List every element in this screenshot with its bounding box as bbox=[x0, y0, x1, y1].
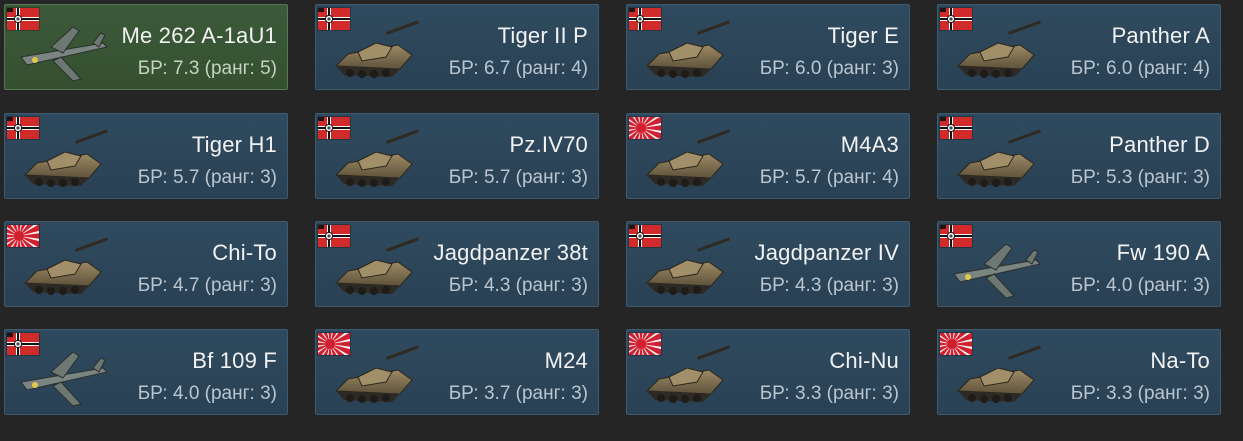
vehicle-br: БР: 6.0 (ранг: 4) bbox=[1070, 58, 1210, 79]
vehicle-card[interactable]: M24 БР: 3.7 (ранг: 3) bbox=[315, 329, 599, 415]
vehicle-br: БР: 3.3 (ранг: 3) bbox=[1070, 383, 1210, 404]
tank-thumbnail-icon bbox=[633, 126, 733, 196]
vehicle-br: БР: 4.7 (ранг: 3) bbox=[137, 275, 277, 296]
vehicle-card[interactable]: Tiger E БР: 6.0 (ранг: 3) bbox=[626, 4, 910, 90]
vehicle-card[interactable]: Tiger H1 БР: 5.7 (ранг: 3) bbox=[4, 113, 288, 199]
vehicle-card[interactable]: Bf 109 F БР: 4.0 (ранг: 3) bbox=[4, 329, 288, 415]
vehicle-name: Pz.IV70 bbox=[509, 132, 588, 157]
vehicle-br: БР: 4.3 (ранг: 3) bbox=[759, 275, 899, 296]
vehicle-br: БР: 5.7 (ранг: 4) bbox=[759, 167, 899, 188]
vehicle-name: Jagdpanzer IV bbox=[754, 240, 899, 265]
vehicle-card[interactable]: Pz.IV70 БР: 5.7 (ранг: 3) bbox=[315, 113, 599, 199]
vehicle-br: БР: 3.7 (ранг: 3) bbox=[448, 383, 588, 404]
vehicle-br: БР: 4.3 (ранг: 3) bbox=[448, 275, 588, 296]
tank-thumbnail-icon bbox=[322, 126, 422, 196]
vehicle-name: Bf 109 F bbox=[192, 348, 277, 373]
vehicle-br: БР: 4.0 (ранг: 3) bbox=[1070, 275, 1210, 296]
vehicle-br: БР: 3.3 (ранг: 3) bbox=[759, 383, 899, 404]
plane-thumbnail-icon bbox=[11, 17, 111, 87]
vehicle-card[interactable]: Panther A БР: 6.0 (ранг: 4) bbox=[937, 4, 1221, 90]
tank-thumbnail-icon bbox=[944, 342, 1044, 412]
vehicle-card[interactable]: Panther D БР: 5.3 (ранг: 3) bbox=[937, 113, 1221, 199]
tank-thumbnail-icon bbox=[633, 17, 733, 87]
vehicle-name: Chi-Nu bbox=[829, 348, 899, 373]
vehicle-br: БР: 5.7 (ранг: 3) bbox=[137, 167, 277, 188]
vehicle-card[interactable]: Fw 190 A БР: 4.0 (ранг: 3) bbox=[937, 221, 1221, 307]
vehicle-card[interactable]: M4A3 БР: 5.7 (ранг: 4) bbox=[626, 113, 910, 199]
tank-thumbnail-icon bbox=[11, 234, 111, 304]
vehicle-name: Me 262 A-1aU1 bbox=[121, 23, 277, 48]
vehicle-name: Na-To bbox=[1150, 348, 1210, 373]
plane-thumbnail-icon bbox=[944, 234, 1044, 304]
vehicle-br: БР: 5.3 (ранг: 3) bbox=[1070, 167, 1210, 188]
vehicle-card[interactable]: Na-To БР: 3.3 (ранг: 3) bbox=[937, 329, 1221, 415]
tank-thumbnail-icon bbox=[11, 126, 111, 196]
tank-thumbnail-icon bbox=[322, 17, 422, 87]
vehicle-card[interactable]: Chi-To БР: 4.7 (ранг: 3) bbox=[4, 221, 288, 307]
vehicle-card[interactable]: Jagdpanzer 38t БР: 4.3 (ранг: 3) bbox=[315, 221, 599, 307]
vehicle-name: Panther D bbox=[1109, 132, 1210, 157]
vehicle-name: Panther A bbox=[1111, 23, 1210, 48]
vehicle-name: Tiger II P bbox=[497, 23, 588, 48]
tank-thumbnail-icon bbox=[322, 342, 422, 412]
vehicle-br: БР: 7.3 (ранг: 5) bbox=[137, 58, 277, 79]
vehicle-card[interactable]: Tiger II P БР: 6.7 (ранг: 4) bbox=[315, 4, 599, 90]
vehicle-name: Jagdpanzer 38t bbox=[433, 240, 588, 265]
tank-thumbnail-icon bbox=[944, 126, 1044, 196]
vehicle-br: БР: 6.7 (ранг: 4) bbox=[448, 58, 588, 79]
tank-thumbnail-icon bbox=[633, 342, 733, 412]
plane-thumbnail-icon bbox=[11, 342, 111, 412]
vehicle-name: M4A3 bbox=[840, 132, 899, 157]
vehicle-name: Tiger E bbox=[827, 23, 899, 48]
tank-thumbnail-icon bbox=[944, 17, 1044, 87]
vehicle-name: Tiger H1 bbox=[191, 132, 277, 157]
tank-thumbnail-icon bbox=[633, 234, 733, 304]
tank-thumbnail-icon bbox=[322, 234, 422, 304]
vehicle-card[interactable]: Jagdpanzer IV БР: 4.3 (ранг: 3) bbox=[626, 221, 910, 307]
vehicle-name: M24 bbox=[544, 348, 588, 373]
vehicle-br: БР: 5.7 (ранг: 3) bbox=[448, 167, 588, 188]
vehicle-grid: Me 262 A-1aU1 БР: 7.3 (ранг: 5) Tiger II… bbox=[0, 0, 1243, 441]
vehicle-card[interactable]: Me 262 A-1aU1 БР: 7.3 (ранг: 5) bbox=[4, 4, 288, 90]
vehicle-br: БР: 6.0 (ранг: 3) bbox=[759, 58, 899, 79]
vehicle-card[interactable]: Chi-Nu БР: 3.3 (ранг: 3) bbox=[626, 329, 910, 415]
vehicle-name: Fw 190 A bbox=[1116, 240, 1210, 265]
vehicle-name: Chi-To bbox=[212, 240, 277, 265]
vehicle-br: БР: 4.0 (ранг: 3) bbox=[137, 383, 277, 404]
